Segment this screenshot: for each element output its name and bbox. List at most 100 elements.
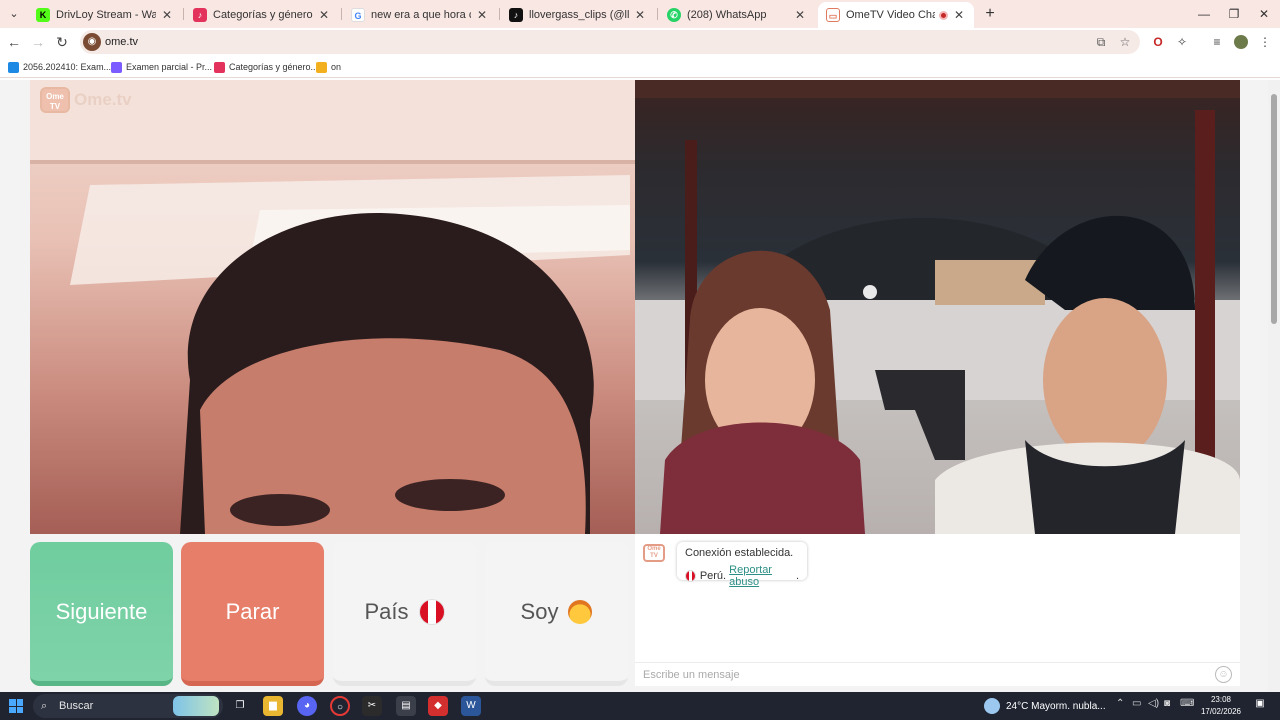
google-icon: G [351, 8, 365, 22]
volume-icon[interactable]: ◁) [1148, 698, 1159, 709]
taskbar-search-label: Buscar [59, 700, 94, 712]
weather-widget[interactable]: 24°C Mayorm. nubla... [984, 692, 1106, 720]
word-icon[interactable]: W [461, 696, 481, 716]
notepad-icon[interactable]: ▤ [396, 696, 416, 716]
minimize-window-icon[interactable]: — [1194, 4, 1214, 24]
tab-title: new era a que hora cierra - Bus [371, 9, 471, 21]
windows-start-icon[interactable] [9, 699, 23, 713]
site-info-icon[interactable]: ◉ [83, 33, 101, 51]
weather-cloud-icon [984, 698, 1000, 714]
tab-drivloy[interactable]: K DrivLoy Stream - Watch Live on ✕ [28, 2, 182, 28]
tab-search-chevron-icon[interactable]: ⌄ [4, 4, 24, 24]
kick-icon: K [36, 8, 50, 22]
anydesk-icon[interactable]: ◆ [428, 696, 448, 716]
opera-extension-icon[interactable]: O [1148, 32, 1168, 52]
clock-time: 23:08 [1210, 695, 1232, 704]
browser-menu-icon[interactable]: ⋮ [1255, 32, 1275, 52]
close-tab-icon[interactable]: ✕ [633, 8, 647, 22]
address-bar[interactable]: ◉ ome.tv ⧉ ☆ [80, 30, 1140, 54]
chat-input-placeholder: Escribe un mensaje [643, 669, 740, 681]
ometv-logo-text: Ome.tv [74, 90, 132, 109]
forward-arrow-icon[interactable]: → [28, 32, 48, 52]
bookmark-item[interactable]: Categorías y género... [214, 60, 318, 74]
gender-select-button[interactable]: Soy [485, 542, 628, 686]
partner-country-text: Perú. [699, 570, 727, 582]
tray-chevron-icon[interactable]: ⌃ [1116, 698, 1124, 709]
search-icon: ⌕ [41, 700, 48, 712]
country-filter-button[interactable]: País [333, 542, 476, 686]
connection-status-text: Conexión establecida. [685, 547, 794, 559]
notifications-icon[interactable]: ▣ [1252, 698, 1268, 714]
stop-button-label: Parar [225, 598, 280, 624]
restore-window-icon[interactable]: ❐ [1224, 4, 1244, 24]
file-explorer-icon[interactable]: ▆ [263, 696, 283, 716]
clock-date: 17/02/2026 [1200, 707, 1242, 716]
tab-google-search[interactable]: G new era a que hora cierra - Bus ✕ [343, 2, 497, 28]
media-queue-icon[interactable]: ≡ [1207, 32, 1227, 52]
country-button-label: País [364, 598, 409, 624]
tab-ometv[interactable]: ▭ OmeTV Video Chat — Ome ✕ [818, 2, 974, 28]
tab-whatsapp[interactable]: ✆ (208) WhatsApp ✕ [659, 2, 815, 28]
camera-icon[interactable]: ◙ [1164, 698, 1170, 709]
tab-categorias[interactable]: ♪ Categorías y géneros musicales ✕ [185, 2, 339, 28]
remote-video-frame [635, 80, 1240, 534]
extensions-puzzle-icon[interactable]: ✧ [1172, 32, 1192, 52]
close-tab-icon[interactable]: ✕ [793, 8, 807, 22]
taskbar-search-box[interactable]: ⌕ Buscar [33, 694, 223, 718]
local-video-frame [30, 80, 635, 534]
chat-message-input[interactable]: Escribe un mensaje ☺ [635, 662, 1240, 686]
tiktok-icon: ♪ [509, 8, 523, 22]
bookmark-label: on [331, 62, 342, 72]
boy-emoji-icon [568, 599, 593, 624]
ometv-logo: Ome TV Ome.tv [40, 87, 132, 113]
ometv-logo-icon: Ome TV [40, 87, 70, 113]
bookmark-label: 2056.202410: Exam... [23, 62, 112, 72]
close-window-icon[interactable]: ✕ [1254, 4, 1274, 24]
close-tab-icon[interactable]: ✕ [160, 8, 174, 22]
close-tab-icon[interactable]: ✕ [952, 8, 966, 22]
browser-toolbar: ← → ↻ ◉ ome.tv ⧉ ☆ O ✧ ≡ ⋮ [0, 28, 1280, 56]
capcut-icon[interactable]: ✂ [362, 696, 382, 716]
opera-gx-icon[interactable]: ○ [330, 696, 350, 716]
ometv-chat-logo-icon: Ome TV [643, 544, 665, 562]
report-abuse-link[interactable]: Reportar abuso [729, 564, 796, 588]
search-highlight-image [173, 696, 219, 716]
profile-avatar-icon[interactable] [1231, 32, 1251, 52]
bookmark-star-icon[interactable]: ☆ [1116, 33, 1134, 51]
taskbar-clock[interactable]: 23:08 17/02/2026 [1196, 694, 1246, 718]
stop-button[interactable]: Parar [181, 542, 324, 686]
emoji-smile-icon[interactable]: ☺ [1215, 666, 1232, 683]
tab-strip: ⌄ K DrivLoy Stream - Watch Live on ✕ ♪ C… [0, 0, 1280, 28]
bookmark-item[interactable]: 2056.202410: Exam... [8, 60, 111, 74]
recording-indicator-icon [939, 10, 948, 20]
whatsapp-icon: ✆ [667, 8, 681, 22]
local-video: Ome TV Ome.tv [30, 80, 635, 534]
back-arrow-icon[interactable]: ← [4, 32, 24, 52]
bookmark-item[interactable]: on [316, 60, 341, 74]
task-view-icon[interactable]: ❐ [230, 696, 250, 716]
bookmark-item[interactable]: Examen parcial - Pr... [111, 60, 212, 74]
close-tab-icon[interactable]: ✕ [317, 8, 331, 22]
new-tab-button[interactable]: + [980, 4, 1000, 24]
tab-title: OmeTV Video Chat — Ome [846, 9, 935, 21]
ometv-page: Ome TV Ome.tv Siguiente Parar País Soy O… [0, 80, 1280, 692]
network-icon[interactable]: ▭ [1132, 698, 1141, 709]
keyboard-icon[interactable]: ⌨ [1180, 698, 1194, 709]
chat-panel: Ome TV Conexión establecida. Perú. Repor… [635, 534, 1240, 686]
url-text[interactable]: ome.tv [105, 30, 138, 54]
close-tab-icon[interactable]: ✕ [475, 8, 489, 22]
discord-icon[interactable]: ◕ [297, 696, 317, 716]
tab-tiktok[interactable]: ♪ llovergass_clips (@llovergass_cl ✕ [501, 2, 655, 28]
install-app-icon[interactable]: ⧉ [1092, 33, 1110, 51]
bookmark-favicon-icon [214, 61, 225, 73]
scrollbar-thumb[interactable] [1271, 94, 1277, 324]
weather-text: 24°C Mayorm. nubla... [1006, 700, 1106, 712]
tab-title: Categorías y géneros musicales [213, 9, 313, 21]
next-button[interactable]: Siguiente [30, 542, 173, 686]
bookmark-favicon-icon [316, 61, 327, 73]
page-scrollbar[interactable] [1268, 80, 1280, 692]
bookmark-favicon-icon [111, 61, 122, 73]
reload-icon[interactable]: ↻ [52, 32, 72, 52]
windows-taskbar: ⌕ Buscar ❐ ▆ ◕ ○ ✂ ▤ ◆ W 24°C Mayorm. nu… [0, 692, 1280, 720]
soy-button-label: Soy [520, 598, 559, 624]
